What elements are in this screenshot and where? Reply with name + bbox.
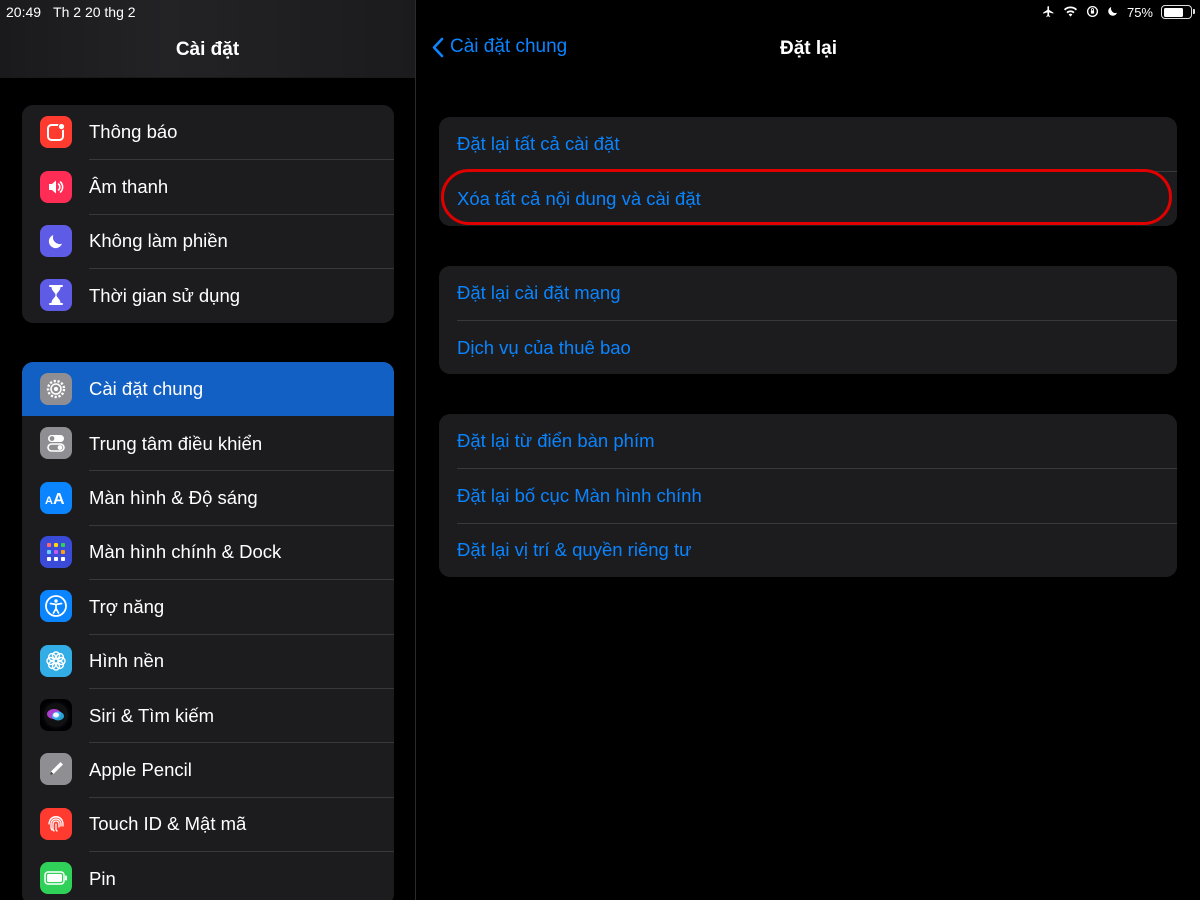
sidebar-item-accessibility[interactable]: Trợ năng — [22, 579, 394, 633]
status-bar: 20:49 Th 2 20 thg 2 75% — [0, 0, 1200, 24]
reset-network-settings-button[interactable]: Đặt lại cài đặt mạng — [457, 266, 1177, 320]
main-content: Cài đặt chung Đặt lại Đặt lại tất cả cài… — [417, 0, 1200, 900]
reset-group-2: Đặt lại cài đặt mạng Dịch vụ của thuê ba… — [439, 265, 1177, 375]
sidebar-item-label: Âm thanh — [89, 159, 394, 213]
airplane-icon — [1042, 5, 1055, 20]
sidebar-group-1: Thông báo Âm thanh Không làm phiền Thời … — [22, 105, 394, 323]
hourglass-icon — [40, 279, 72, 312]
reset-home-screen-layout-button[interactable]: Đặt lại bố cục Màn hình chính — [457, 468, 1177, 522]
subscriber-services-button[interactable]: Dịch vụ của thuê bao — [457, 319, 1177, 374]
sidebar-item-label: Thời gian sử dụng — [89, 268, 394, 322]
status-time: 20:49 — [6, 4, 42, 20]
sidebar-item-wallpaper[interactable]: Hình nền — [22, 633, 394, 688]
reset-location-privacy-button[interactable]: Đặt lại vị trí & quyền riêng tư — [457, 522, 1177, 577]
sidebar-item-home-screen-dock[interactable]: Màn hình chính & Dock — [22, 524, 394, 579]
sidebar-item-battery[interactable]: Pin — [22, 851, 394, 900]
sidebar-item-screen-time[interactable]: Thời gian sử dụng — [22, 268, 394, 322]
status-left: 20:49 Th 2 20 thg 2 — [6, 4, 136, 20]
sidebar-item-label: Touch ID & Mật mã — [89, 796, 394, 851]
sidebar-item-label: Không làm phiền — [89, 213, 394, 268]
sidebar-item-touch-id-passcode[interactable]: Touch ID & Mật mã — [22, 796, 394, 851]
sidebar-item-do-not-disturb[interactable]: Không làm phiền — [22, 213, 394, 268]
fingerprint-icon — [40, 807, 72, 840]
siri-icon — [40, 699, 72, 732]
sidebar-item-label: Trung tâm điều khiển — [89, 432, 263, 454]
sounds-icon — [40, 170, 72, 203]
sidebar-item-general[interactable]: Cài đặt chung — [22, 361, 394, 416]
reset-group-1: Đặt lại tất cả cài đặt Xóa tất cả nội du… — [439, 117, 1177, 226]
moon-icon — [40, 224, 72, 257]
sidebar-item-display-brightness[interactable]: AA Màn hình & Độ sáng — [22, 470, 394, 524]
reset-group-3: Đặt lại từ điển bàn phím Đặt lại bố cục … — [439, 414, 1177, 578]
sidebar-item-label: Màn hình & Độ sáng — [89, 470, 394, 524]
sidebar-item-label: Trợ năng — [89, 579, 394, 633]
sidebar-title: Cài đặt — [175, 38, 240, 60]
reset-keyboard-dictionary-button[interactable]: Đặt lại từ điển bàn phím — [457, 414, 1177, 468]
sidebar-item-label: Màn hình chính & Dock — [89, 524, 394, 579]
sidebar-item-label: Cài đặt chung — [89, 377, 204, 399]
gear-icon — [40, 372, 72, 405]
battery-level — [1163, 7, 1183, 17]
reset-all-settings-button[interactable]: Đặt lại tất cả cài đặt — [457, 117, 1177, 171]
sidebar: Cài đặt Thông báo Âm thanh Không làm phi… — [0, 0, 416, 900]
sidebar-item-label: Hình nền — [89, 633, 394, 688]
sidebar-item-notifications[interactable]: Thông báo — [22, 105, 394, 159]
home-grid-icon — [40, 535, 72, 568]
sidebar-item-siri-search[interactable]: Siri & Tìm kiếm — [22, 687, 394, 742]
wifi-icon — [1063, 5, 1078, 19]
svg-text:A: A — [45, 495, 53, 506]
battery-icon — [1161, 5, 1195, 19]
sidebar-item-label: Pin — [89, 851, 394, 900]
pencil-icon — [40, 753, 72, 786]
erase-all-content-button[interactable]: Xóa tất cả nội dung và cài đặt — [457, 171, 1177, 225]
status-right: 75% — [1042, 4, 1195, 20]
text-size-icon: AA — [40, 481, 72, 514]
notifications-icon — [40, 116, 72, 149]
sidebar-item-label: Siri & Tìm kiếm — [89, 687, 394, 742]
sidebar-item-label: Apple Pencil — [89, 742, 394, 796]
accessibility-icon — [40, 590, 72, 623]
switches-icon — [40, 427, 72, 460]
battery-percent: 75% — [1126, 4, 1153, 20]
svg-text:A: A — [53, 491, 65, 506]
sidebar-item-sounds[interactable]: Âm thanh — [22, 159, 394, 213]
moon-icon — [1107, 5, 1119, 19]
sidebar-item-control-center[interactable]: Trung tâm điều khiển — [22, 416, 394, 470]
battery-icon — [40, 862, 72, 895]
sidebar-item-label: Thông báo — [89, 121, 178, 143]
sidebar-group-2: Cài đặt chung Trung tâm điều khiển AA Mà… — [22, 361, 394, 900]
wallpaper-flower-icon — [40, 644, 72, 677]
page-title: Đặt lại — [779, 38, 838, 59]
sidebar-item-apple-pencil[interactable]: Apple Pencil — [22, 742, 394, 796]
orientation-lock-icon — [1086, 5, 1099, 20]
status-date: Th 2 20 thg 2 — [53, 4, 136, 20]
